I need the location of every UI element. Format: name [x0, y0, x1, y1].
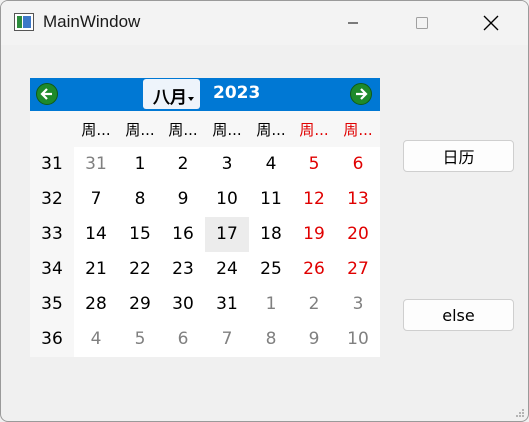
week-number: 34 [41, 259, 63, 279]
calendar-day-cell[interactable]: 6 [161, 322, 205, 357]
month-selector[interactable]: 八月 [143, 79, 200, 109]
chevron-down-icon [188, 97, 194, 101]
calendar-day-cell[interactable]: 6 [336, 147, 380, 182]
previous-month-button[interactable] [36, 83, 58, 105]
calendar-day-cell[interactable]: 2 [161, 147, 205, 182]
calendar-day-cell[interactable]: 8 [249, 322, 293, 357]
calendar-day-cell[interactable]: 7 [74, 182, 118, 217]
calendar-day-cell[interactable]: 29 [118, 287, 162, 322]
calendar-day-cell[interactable]: 11 [249, 182, 293, 217]
calendar-day-cell[interactable]: 15 [118, 217, 162, 252]
title-bar: MainWindow [1, 1, 528, 45]
calendar-day-cell[interactable]: 23 [161, 252, 205, 287]
calendar-day-cell[interactable]: 13 [336, 182, 380, 217]
close-icon [483, 15, 499, 31]
week-number: 36 [41, 329, 63, 349]
calendar-day-cell[interactable]: 24 [205, 252, 249, 287]
calendar-day-cell[interactable]: 1 [118, 147, 162, 182]
calendar-day-cell[interactable]: 7 [205, 322, 249, 357]
calendar-day-cell[interactable]: 2 [292, 287, 336, 322]
week-number: 32 [41, 189, 63, 209]
calendar-day-cell[interactable]: 9 [161, 182, 205, 217]
app-icon [14, 13, 34, 31]
week-number: 31 [41, 154, 63, 174]
calendar-day-cell[interactable]: 12 [292, 182, 336, 217]
calendar-day-cell[interactable]: 26 [292, 252, 336, 287]
calendar-button[interactable]: 日历 [403, 140, 514, 172]
calendar-day-cell[interactable]: 19 [292, 217, 336, 252]
calendar-day-cell[interactable]: 20 [336, 217, 380, 252]
calendar-day-cell[interactable]: 31 [205, 287, 249, 322]
maximize-icon [416, 17, 428, 29]
arrow-left-icon [40, 88, 52, 100]
month-label: 八月 [153, 88, 187, 108]
weekday-header: 周... [256, 121, 286, 139]
maximize-button[interactable] [399, 1, 445, 45]
resize-grip-icon[interactable] [515, 408, 525, 418]
calendar-day-cell[interactable]: 17 [205, 217, 249, 252]
calendar-day-cell[interactable]: 30 [161, 287, 205, 322]
week-number: 35 [41, 294, 63, 314]
weekday-header: 周... [299, 121, 329, 139]
calendar-day-cell[interactable]: 22 [118, 252, 162, 287]
minimize-icon [348, 22, 358, 24]
calendar-day-cell[interactable]: 3 [336, 287, 380, 322]
weekday-header: 周... [125, 121, 155, 139]
calendar-day-cell[interactable]: 28 [74, 287, 118, 322]
close-button[interactable] [468, 1, 514, 45]
week-number: 33 [41, 224, 63, 244]
minimize-button[interactable] [330, 1, 376, 45]
calendar-day-cell[interactable]: 21 [74, 252, 118, 287]
calendar-day-cell[interactable]: 4 [74, 322, 118, 357]
calendar-day-cell[interactable]: 5 [292, 147, 336, 182]
calendar-day-cell[interactable]: 9 [292, 322, 336, 357]
calendar-day-cell[interactable]: 31 [74, 147, 118, 182]
calendar-navigation-bar: 八月 2023 [30, 78, 380, 111]
calendar-day-cell[interactable]: 27 [336, 252, 380, 287]
calendar-day-cell[interactable]: 4 [249, 147, 293, 182]
weekday-header: 周... [343, 121, 373, 139]
next-month-button[interactable] [350, 83, 372, 105]
calendar-day-cell[interactable]: 10 [336, 322, 380, 357]
calendar-day-cell[interactable]: 5 [118, 322, 162, 357]
else-button[interactable]: else [403, 299, 514, 331]
calendar-day-cell[interactable]: 10 [205, 182, 249, 217]
calendar-widget[interactable]: 八月 2023 周... 周... 周... 周... 周... 周... 周... 31 32… [30, 78, 380, 357]
calendar-day-cell[interactable]: 25 [249, 252, 293, 287]
arrow-right-icon [356, 88, 368, 100]
window-title: MainWindow [43, 12, 141, 31]
year-selector[interactable]: 2023 [213, 83, 260, 103]
weekday-header: 周... [168, 121, 198, 139]
calendar-day-cell[interactable]: 3 [205, 147, 249, 182]
weekday-header: 周... [212, 121, 242, 139]
calendar-day-cell[interactable]: 8 [118, 182, 162, 217]
calendar-day-cell[interactable]: 1 [249, 287, 293, 322]
calendar-day-cell[interactable]: 18 [249, 217, 293, 252]
weekday-header: 周... [81, 121, 111, 139]
main-window: MainWindow 八月 2023 周... 周... 周... 周... 周… [0, 0, 529, 422]
calendar-day-cell[interactable]: 14 [74, 217, 118, 252]
calendar-day-cell[interactable]: 16 [161, 217, 205, 252]
